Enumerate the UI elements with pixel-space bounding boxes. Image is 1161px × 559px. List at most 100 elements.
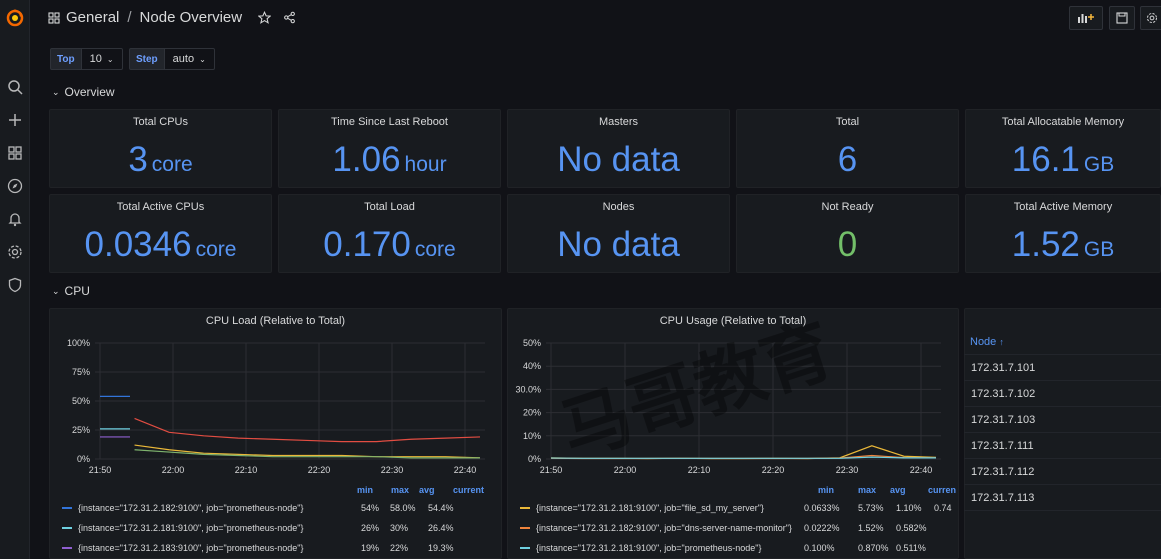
legend-label[interactable]: {instance="172.31.2.181:9100", job="prom… <box>536 543 761 553</box>
x-tick-label: 22:30 <box>836 465 859 475</box>
stat-number: 0.170 <box>323 225 411 264</box>
stat-title: Total <box>835 116 860 128</box>
stat-number: 1.06 <box>332 140 401 179</box>
y-tick-label: 10% <box>523 431 541 441</box>
add-panel-button[interactable] <box>1069 6 1103 30</box>
stat-unit: core <box>414 238 456 261</box>
stat-number: No data <box>557 140 680 179</box>
cpu-usage-panel[interactable]: CPU Usage (Relative to Total) 0% 10% 20% 30… <box>507 308 959 559</box>
table-row[interactable]: 172.31.7.112 <box>964 459 1161 485</box>
legend-swatch[interactable] <box>520 507 530 509</box>
variable-top: Top 10 ⌄ <box>50 48 123 70</box>
legend-header-min[interactable]: min <box>357 485 373 495</box>
stat-value: 0 <box>737 225 958 265</box>
legend-avg-value: 1.10% <box>896 503 922 513</box>
stat-title: Total Active CPUs <box>116 201 205 213</box>
stat-panel[interactable]: Masters No data <box>507 109 730 188</box>
legend-header-current[interactable]: curren <box>928 485 956 495</box>
variable-step-select[interactable]: auto ⌄ <box>164 48 215 70</box>
dashboards-grid-icon[interactable] <box>7 145 23 161</box>
stat-panel[interactable]: Time Since Last Reboot 1.06 hour <box>278 109 501 188</box>
x-tick-label: 22:00 <box>162 465 185 475</box>
legend-swatch[interactable] <box>62 527 72 529</box>
x-tick-label: 21:50 <box>540 465 563 475</box>
legend-label[interactable]: {instance="172.31.2.183:9100", job="prom… <box>78 543 303 553</box>
compass-explore-icon[interactable] <box>7 178 23 194</box>
stat-value: No data <box>508 225 729 265</box>
stat-panel[interactable]: Total 6 <box>736 109 959 188</box>
legend-swatch[interactable] <box>520 547 530 549</box>
series-line[interactable] <box>550 445 937 460</box>
legend-header-max[interactable]: max <box>391 485 409 495</box>
row-overview[interactable]: ⌄ Overview <box>52 85 115 99</box>
share-icon[interactable] <box>283 11 296 24</box>
legend-header-avg[interactable]: avg <box>890 485 906 495</box>
stat-panel[interactable]: Total Load 0.170 core <box>278 194 501 273</box>
page-title[interactable]: Node Overview <box>140 9 243 26</box>
table-row[interactable]: 172.31.7.101 <box>964 355 1161 381</box>
legend-header-max[interactable]: max <box>858 485 876 495</box>
variable-top-select[interactable]: 10 ⌄ <box>81 48 123 70</box>
table-row[interactable]: 172.31.7.102 <box>964 381 1161 407</box>
stat-value: 0.170 core <box>279 225 500 270</box>
stat-value: 3 core <box>50 140 271 185</box>
row-cpu[interactable]: ⌄ CPU <box>52 284 90 298</box>
node-address: 172.31.7.113 <box>971 492 1035 504</box>
legend-max-value: 1.52% <box>858 523 884 533</box>
stat-panel[interactable]: Total Active Memory 1.52 GB <box>965 194 1161 273</box>
variable-step: Step auto ⌄ <box>129 48 215 70</box>
stat-number: 16.1 <box>1011 140 1080 179</box>
stat-panel[interactable]: Nodes No data <box>507 194 730 273</box>
legend-min-value: 0.100% <box>804 543 835 553</box>
search-icon[interactable] <box>7 79 23 95</box>
series-line[interactable] <box>134 444 481 459</box>
legend-label[interactable]: {instance="172.31.2.181:9100", job="file… <box>536 503 764 513</box>
stat-value: 16.1 GB <box>966 140 1160 185</box>
legend-current-value: 0.74 <box>934 503 952 513</box>
grafana-logo-icon[interactable] <box>5 8 25 28</box>
variable-step-label: Step <box>129 48 165 70</box>
stat-number: No data <box>557 225 680 264</box>
gear-icon[interactable] <box>7 244 23 260</box>
save-dashboard-button[interactable] <box>1109 6 1135 30</box>
y-tick-label: 50% <box>72 396 90 406</box>
bell-alerting-icon[interactable] <box>7 211 23 227</box>
stat-panel[interactable]: Total CPUs 3 core <box>49 109 272 188</box>
breadcrumb-folder[interactable]: General <box>66 9 119 26</box>
legend-header-avg[interactable]: avg <box>419 485 435 495</box>
stat-unit: GB <box>1083 238 1115 261</box>
legend-swatch[interactable] <box>62 507 72 509</box>
series-line[interactable] <box>550 456 936 459</box>
legend-label[interactable]: {instance="172.31.2.182:9100", job="dns-… <box>536 523 792 533</box>
legend-label[interactable]: {instance="172.31.2.182:9100", job="prom… <box>78 503 303 513</box>
dashboards-grid-icon[interactable] <box>48 11 60 24</box>
cpu-load-chart: 0% 25% 50% 75% 100% 21:50 22:00 22:10 22:20 22:30… <box>67 338 485 475</box>
legend-max-value: 5.73% <box>858 503 884 513</box>
legend-swatch[interactable] <box>520 527 530 529</box>
shield-icon[interactable] <box>7 277 23 293</box>
table-row[interactable]: 172.31.7.113 <box>964 485 1161 511</box>
node-column-header[interactable]: Node ↑ <box>970 336 1004 348</box>
star-icon[interactable] <box>258 11 272 24</box>
legend-max-value: 58.0% <box>390 503 416 513</box>
stat-panel[interactable]: Total Allocatable Memory 16.1 GB <box>965 109 1161 188</box>
legend-avg-value: 54.4% <box>428 503 454 513</box>
stat-value: 1.06 hour <box>279 140 500 185</box>
legend-header-min[interactable]: min <box>818 485 834 495</box>
table-row[interactable]: 172.31.7.111 <box>964 433 1161 459</box>
legend-label[interactable]: {instance="172.31.2.181:9100", job="prom… <box>78 523 303 533</box>
save-icon <box>1116 12 1128 24</box>
cpu-load-panel[interactable]: CPU Load (Relative to Total) 0% 25% 50% 75%… <box>49 308 502 559</box>
stat-panel[interactable]: Total Active CPUs 0.0346 core <box>49 194 272 273</box>
plus-icon[interactable] <box>7 112 23 128</box>
legend-swatch[interactable] <box>62 547 72 549</box>
stat-title: Total Allocatable Memory <box>1001 116 1125 128</box>
dashboard-settings-button[interactable] <box>1140 6 1161 30</box>
table-row[interactable]: 172.31.7.103 <box>964 407 1161 433</box>
x-tick-label: 22:40 <box>454 465 477 475</box>
legend-avg-value: 26.4% <box>428 523 454 533</box>
legend-header-current[interactable]: current <box>453 485 484 495</box>
stat-panel[interactable]: Not Ready 0 <box>736 194 959 273</box>
stat-number: 3 <box>128 140 148 179</box>
variable-step-value: auto <box>172 53 195 65</box>
